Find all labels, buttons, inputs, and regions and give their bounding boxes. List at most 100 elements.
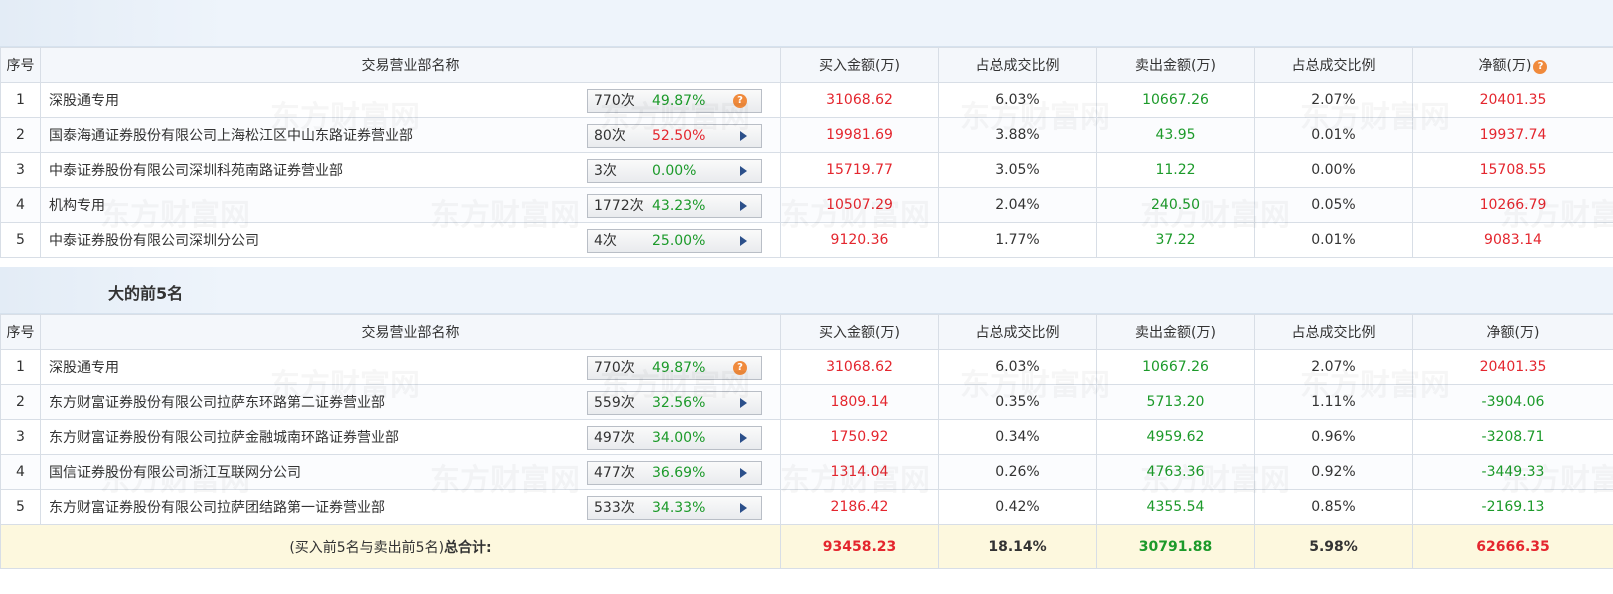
branch-name[interactable]: 东方财富证券股份有限公司拉萨团结路第一证券营业部: [49, 497, 385, 517]
win-rate: 32.56%: [652, 395, 706, 411]
col-sell-ratio: 占总成交比例: [1254, 314, 1413, 350]
branch-name-cell: 中泰证券股份有限公司深圳分公司 4次 25.00%: [40, 222, 781, 258]
win-rate: 52.50%: [652, 128, 706, 144]
win-rate: 34.33%: [652, 500, 706, 516]
buy-ratio: 0.42%: [938, 489, 1097, 525]
section-2-title: 大的前5名: [108, 284, 184, 303]
branch-name[interactable]: 中泰证券股份有限公司深圳分公司: [49, 230, 259, 250]
branch-name[interactable]: 深股通专用: [49, 90, 119, 110]
total-row: (买入前5名与卖出前5名)总合计: 93458.23 18.14% 30791.…: [0, 524, 1613, 569]
row-idx: 4: [0, 187, 41, 223]
table-row: 5 中泰证券股份有限公司深圳分公司 4次 25.00% 9120.36 1.77% 37.2…: [0, 222, 1613, 258]
net-amount: 9083.14: [1412, 222, 1613, 258]
arrow-icon[interactable]: [740, 236, 747, 246]
branch-stats-button[interactable]: 770次 49.87%?: [587, 89, 762, 113]
branch-stats-button[interactable]: 533次 34.33%: [587, 496, 762, 520]
branch-name[interactable]: 东方财富证券股份有限公司拉萨金融城南环路证券营业部: [49, 427, 399, 447]
trade-count: 770次: [594, 93, 635, 109]
arrow-icon[interactable]: [740, 468, 747, 478]
col-buy: 买入金额(万): [780, 47, 939, 83]
total-buy-ratio: 18.14%: [938, 524, 1097, 569]
branch-name[interactable]: 国泰海通证券股份有限公司上海松江区中山东路证券营业部: [49, 125, 413, 145]
branch-name-cell: 深股通专用 770次 49.87%?: [40, 349, 781, 385]
question-icon[interactable]: ?: [733, 361, 747, 375]
branch-name[interactable]: 机构专用: [49, 195, 105, 215]
sell-amount: 4959.62: [1096, 419, 1255, 455]
branch-name-cell: 机构专用 1772次 43.23%: [40, 187, 781, 223]
win-rate: 49.87%: [652, 360, 706, 376]
buy-amount: 15719.77: [780, 152, 939, 188]
buy-amount: 1809.14: [780, 384, 939, 420]
arrow-icon[interactable]: [740, 503, 747, 513]
question-icon[interactable]: ?: [1533, 60, 1548, 74]
buy-amount: 19981.69: [780, 117, 939, 153]
branch-stats-button[interactable]: 477次 36.69%: [587, 461, 762, 485]
sell-amount: 4763.36: [1096, 454, 1255, 490]
buy-ratio: 0.26%: [938, 454, 1097, 490]
arrow-icon[interactable]: [740, 131, 747, 141]
buy-amount: 31068.62: [780, 349, 939, 385]
section-2-header: 大的前5名: [0, 267, 1613, 314]
trade-count: 533次: [594, 500, 635, 516]
net-amount: -3449.33: [1412, 454, 1613, 490]
branch-name[interactable]: 深股通专用: [49, 357, 119, 377]
arrow-icon[interactable]: [740, 201, 747, 211]
branch-name-cell: 中泰证券股份有限公司深圳科苑南路证券营业部 3次 0.00%: [40, 152, 781, 188]
table-header-row: 序号 交易营业部名称 买入金额(万) 占总成交比例 卖出金额(万) 占总成交比例…: [0, 47, 1613, 83]
col-buy-ratio: 占总成交比例: [938, 47, 1097, 83]
trade-count: 80次: [594, 128, 626, 144]
branch-name[interactable]: 中泰证券股份有限公司深圳科苑南路证券营业部: [49, 160, 343, 180]
branch-name[interactable]: 国信证券股份有限公司浙江互联网分公司: [49, 462, 301, 482]
net-amount: 19937.74: [1412, 117, 1613, 153]
question-icon[interactable]: ?: [733, 94, 747, 108]
sell-top5-table: 序号 交易营业部名称 买入金额(万) 占总成交比例 卖出金额(万) 占总成交比例…: [0, 314, 1613, 569]
branch-stats-button[interactable]: 770次 49.87%?: [587, 356, 762, 380]
table-row: 1 深股通专用 770次 49.87%? 31068.62 6.03% 10667.26 2.…: [0, 349, 1613, 385]
sell-ratio: 2.07%: [1254, 82, 1413, 118]
branch-stats-button[interactable]: 4次 25.00%: [587, 229, 762, 253]
sell-ratio: 2.07%: [1254, 349, 1413, 385]
buy-amount: 2186.42: [780, 489, 939, 525]
col-sell: 卖出金额(万): [1096, 47, 1255, 83]
col-sell: 卖出金额(万): [1096, 314, 1255, 350]
col-name: 交易营业部名称: [40, 314, 781, 350]
sell-ratio: 0.92%: [1254, 454, 1413, 490]
row-idx: 5: [0, 222, 41, 258]
row-idx: 1: [0, 349, 41, 385]
branch-stats-button[interactable]: 80次 52.50%: [587, 124, 762, 148]
win-rate: 36.69%: [652, 465, 706, 481]
branch-stats-button[interactable]: 497次 34.00%: [587, 426, 762, 450]
buy-amount: 31068.62: [780, 82, 939, 118]
win-rate: 43.23%: [652, 198, 706, 214]
arrow-icon[interactable]: [740, 166, 747, 176]
branch-name[interactable]: 东方财富证券股份有限公司拉萨东环路第二证券营业部: [49, 392, 385, 412]
branch-stats-button[interactable]: 1772次 43.23%: [587, 194, 762, 218]
branch-name-cell: 东方财富证券股份有限公司拉萨东环路第二证券营业部 559次 32.56%: [40, 384, 781, 420]
net-amount: -2169.13: [1412, 489, 1613, 525]
branch-stats-button[interactable]: 559次 32.56%: [587, 391, 762, 415]
sell-ratio: 1.11%: [1254, 384, 1413, 420]
branch-name-cell: 国泰海通证券股份有限公司上海松江区中山东路证券营业部 80次 52.50%: [40, 117, 781, 153]
trade-count: 497次: [594, 430, 635, 446]
win-rate: 0.00%: [652, 163, 697, 179]
total-sell: 30791.88: [1096, 524, 1255, 569]
branch-name-cell: 东方财富证券股份有限公司拉萨团结路第一证券营业部 533次 34.33%: [40, 489, 781, 525]
win-rate: 49.87%: [652, 93, 706, 109]
branch-name-cell: 东方财富证券股份有限公司拉萨金融城南环路证券营业部 497次 34.00%: [40, 419, 781, 455]
buy-ratio: 0.35%: [938, 384, 1097, 420]
branch-name-cell: 国信证券股份有限公司浙江互联网分公司 477次 36.69%: [40, 454, 781, 490]
net-amount: 20401.35: [1412, 349, 1613, 385]
arrow-icon[interactable]: [740, 433, 747, 443]
buy-ratio: 1.77%: [938, 222, 1097, 258]
blurred-title: [0, 0, 230, 46]
buy-ratio: 3.05%: [938, 152, 1097, 188]
sell-ratio: 0.85%: [1254, 489, 1413, 525]
col-buy: 买入金额(万): [780, 314, 939, 350]
arrow-icon[interactable]: [740, 398, 747, 408]
col-net: 净额(万): [1412, 314, 1613, 350]
table-header-row: 序号 交易营业部名称 买入金额(万) 占总成交比例 卖出金额(万) 占总成交比例…: [0, 314, 1613, 350]
col-idx: 序号: [0, 314, 41, 350]
sell-ratio: 0.05%: [1254, 187, 1413, 223]
trade-count: 559次: [594, 395, 635, 411]
branch-stats-button[interactable]: 3次 0.00%: [587, 159, 762, 183]
